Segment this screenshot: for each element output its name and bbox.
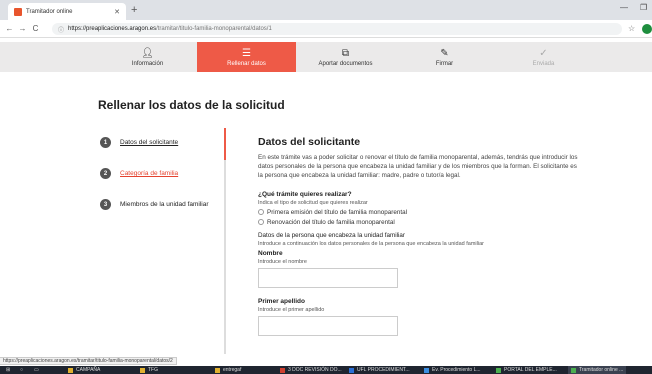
- subsection-title: Datos de la persona que encabeza la unid…: [258, 231, 406, 239]
- step-number: 2: [100, 168, 111, 179]
- back-icon[interactable]: ←: [3, 24, 16, 33]
- folder-icon: [140, 367, 145, 373]
- chrome-icon: [571, 367, 576, 373]
- step-label: Rellenar datos: [227, 60, 266, 67]
- nombre-input[interactable]: [258, 267, 398, 288]
- forward-icon[interactable]: →: [16, 24, 29, 33]
- tab-title: Tramitador online: [26, 8, 73, 15]
- documents-icon: ⧉: [341, 47, 350, 59]
- radio-button[interactable]: [258, 209, 264, 216]
- url-host: https://preaplicaciones.aragon.es: [68, 26, 157, 32]
- nombre-hint: Introduce el nombre: [258, 258, 307, 265]
- section-heading: Datos del solicitante: [258, 136, 361, 148]
- sidebar-divider: [224, 128, 226, 354]
- radio-label: Renovación del título de familia monopar…: [267, 218, 395, 226]
- address-bar-row: ← → C ⓘ https://preaplicaciones.aragon.e…: [0, 20, 652, 38]
- question-hint: Indica el tipo de solicitud que quieres …: [258, 199, 368, 206]
- link-status-bar: https://preaplicaciones.aragon.es/tramit…: [0, 357, 177, 365]
- step-label: Firmar: [435, 60, 454, 67]
- radio-label: Primera emisión del título de familia mo…: [267, 208, 407, 216]
- taskbar-item[interactable]: UFL PROCEDIMIENT...: [349, 366, 410, 374]
- search-icon[interactable]: ○: [20, 366, 23, 374]
- reload-icon[interactable]: C: [29, 24, 42, 33]
- new-tab-icon[interactable]: +: [131, 4, 137, 16]
- taskbar-item[interactable]: 3 DOC REVISIÓN DO...: [280, 366, 342, 374]
- step-firmar[interactable]: ✎ Firmar: [395, 42, 494, 72]
- intro-text: En este trámite vas a poder solicitar o …: [258, 154, 578, 180]
- bookmark-star-icon[interactable]: ☆: [628, 24, 635, 33]
- info-icon: ⓘ: [58, 27, 65, 34]
- radio-renovacion[interactable]: Renovación del título de familia monopar…: [258, 219, 578, 226]
- taskbar-item[interactable]: PORTAL DEL EMPLE...: [496, 366, 557, 374]
- maximize-icon[interactable]: ❐: [640, 3, 647, 12]
- task-view-icon[interactable]: ▭: [34, 366, 39, 374]
- pdf-icon: [280, 367, 285, 373]
- sidebar-item-categoria-familia[interactable]: 2 Categoría de familia: [100, 168, 178, 179]
- step-navigation: 👤︎ Información ☰ Rellenar datos ⧉ Aporta…: [0, 42, 652, 72]
- taskbar-item[interactable]: TFG: [140, 366, 158, 374]
- apellido-hint: Introduce el primer apellido: [258, 306, 325, 313]
- word-icon: [349, 367, 354, 373]
- step-enviada: ✓ Enviada: [494, 42, 593, 72]
- menu-icon: ☰: [242, 47, 251, 59]
- pen-icon: ✎: [440, 47, 449, 59]
- step-aportar-documentos[interactable]: ⧉ Aportar documentos: [296, 42, 395, 72]
- windows-start-icon[interactable]: ⊞: [6, 366, 10, 374]
- page-title: Rellenar los datos de la solicitud: [98, 98, 285, 112]
- question-label: ¿Qué trámite quieres realizar?: [258, 190, 352, 198]
- folder-icon: [68, 367, 73, 373]
- apellido-input[interactable]: [258, 315, 398, 336]
- browser-tab-bar: Tramitador online ✕ + — ❐: [0, 0, 652, 20]
- sidebar-item-datos-solicitante[interactable]: 1 Datos del solicitante: [100, 137, 178, 148]
- taskbar-item-active[interactable]: Tramitador online ...: [568, 366, 627, 374]
- radio-button[interactable]: [258, 219, 264, 226]
- apellido-label: Primer apellido: [258, 297, 305, 305]
- step-number: 3: [100, 199, 111, 210]
- step-label: Aportar documentos: [318, 60, 373, 67]
- sidebar-item-label: Categoría de familia: [120, 170, 179, 177]
- browser-icon: [424, 367, 429, 373]
- folder-icon: [215, 367, 220, 373]
- radio-primera-emision[interactable]: Primera emisión del título de familia mo…: [258, 209, 578, 216]
- step-informacion[interactable]: 👤︎ Información: [98, 42, 197, 72]
- step-number: 1: [100, 137, 111, 148]
- chrome-icon: [496, 367, 501, 373]
- sidebar-item-label: Datos del solicitante: [120, 139, 179, 146]
- sidebar-item-label: Miembros de la unidad familiar: [120, 201, 209, 208]
- sidebar-item-miembros-unidad[interactable]: 3 Miembros de la unidad familiar: [100, 199, 209, 210]
- close-tab-icon[interactable]: ✕: [114, 8, 120, 16]
- taskbar-item[interactable]: entregaf: [215, 366, 241, 374]
- step-label: Información: [131, 60, 164, 67]
- taskbar-item[interactable]: Ev. Procedimiento L...: [424, 366, 481, 374]
- step-label: Enviada: [532, 60, 555, 67]
- profile-avatar[interactable]: [642, 24, 652, 34]
- check-icon: ✓: [539, 47, 548, 59]
- person-icon: 👤︎: [141, 47, 154, 59]
- step-rellenar-datos[interactable]: ☰ Rellenar datos: [197, 42, 296, 72]
- url-path: /tramitar/titulo-familia-monoparental/da…: [156, 26, 272, 32]
- site-favicon-icon: [14, 7, 22, 16]
- subsection-hint: Introduce a continuación los datos perso…: [258, 240, 484, 247]
- url-field[interactable]: ⓘ https://preaplicaciones.aragon.es/tram…: [52, 23, 622, 35]
- active-section-marker: [224, 128, 226, 160]
- minimize-icon[interactable]: —: [620, 3, 628, 12]
- nombre-label: Nombre: [258, 249, 283, 257]
- taskbar-item[interactable]: CAMPAÑA: [68, 366, 100, 374]
- form-main: Datos del solicitante En este trámite va…: [258, 136, 578, 346]
- browser-tab[interactable]: Tramitador online ✕: [8, 3, 126, 20]
- os-taskbar: ⊞ ○ ▭ CAMPAÑA TFG entregaf 3 DOC REVISIÓ…: [0, 366, 652, 374]
